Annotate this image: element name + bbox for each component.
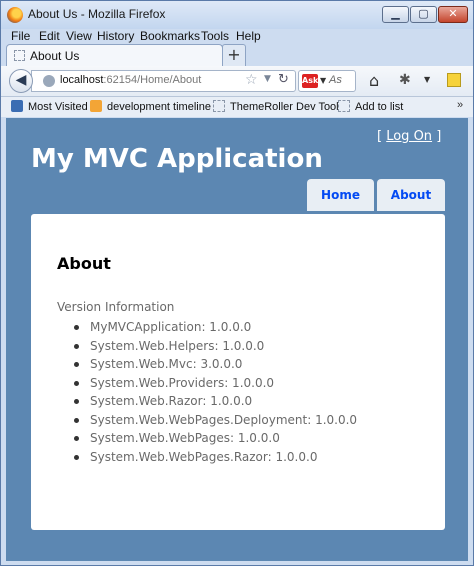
sticky-note-icon[interactable]: [447, 73, 461, 87]
list-item: System.Web.Razor: 1.0.0.0: [64, 392, 357, 411]
bracket-open: [: [377, 129, 383, 144]
menu-edit[interactable]: Edit: [39, 29, 60, 43]
tab-about-us[interactable]: About Us: [6, 44, 223, 66]
list-item: System.Web.WebPages.Razor: 1.0.0.0: [64, 448, 357, 467]
minimize-icon: ▁: [391, 7, 400, 20]
menu-view[interactable]: View: [66, 29, 92, 43]
rss-icon: [90, 100, 102, 112]
firefox-logo-icon: [7, 7, 23, 23]
bookmark-label: ThemeRoller Dev Tool: [230, 101, 339, 113]
main-content: About Version Information MyMVCApplicati…: [31, 214, 445, 530]
search-box[interactable]: Ask ▼ As: [298, 70, 356, 92]
menu-file[interactable]: File: [11, 29, 30, 43]
title-bar: About Us - Mozilla Firefox ▁ ▢ ✕: [1, 1, 473, 29]
bracket-close: ]: [436, 129, 442, 144]
menu-bookmarks[interactable]: Bookmarks: [140, 29, 200, 43]
addon-icon[interactable]: ✱: [399, 72, 411, 88]
bookmark-label: Most Visited: [28, 101, 88, 113]
bookmarks-toolbar: Most Visited development timeline ThemeR…: [1, 97, 473, 117]
list-item: MyMVCApplication: 1.0.0.0: [64, 318, 357, 337]
list-item: System.Web.WebPages: 1.0.0.0: [64, 429, 357, 448]
page-icon: [14, 50, 25, 61]
version-information-label: Version Information: [57, 300, 175, 314]
bookmark-development-timeline[interactable]: development timeline: [90, 100, 211, 113]
login-display: [ Log On ]: [377, 129, 441, 144]
tab-label: About Us: [30, 49, 80, 63]
url-dropdown-icon[interactable]: ▼: [264, 74, 271, 84]
globe-icon: [43, 75, 55, 87]
library-list: MyMVCApplication: 1.0.0.0 System.Web.Hel…: [64, 318, 357, 466]
ask-engine-icon[interactable]: Ask: [302, 74, 318, 88]
search-input[interactable]: As: [329, 74, 342, 86]
close-icon: ✕: [448, 7, 458, 20]
url-text: localhost:62154/Home/About: [60, 74, 201, 86]
maximize-button[interactable]: ▢: [410, 6, 437, 23]
list-item: System.Web.Mvc: 3.0.0.0: [64, 355, 357, 374]
site-title: My MVC Application: [31, 144, 323, 174]
bookmark-label: Add to list: [355, 101, 404, 113]
reload-icon[interactable]: ↻: [278, 72, 289, 87]
menu-history[interactable]: History: [97, 29, 134, 43]
navigation-toolbar: localhost:62154/Home/About ☆ ▼ ↻ ◀ Ask ▼…: [1, 66, 473, 97]
close-button[interactable]: ✕: [438, 6, 468, 23]
bookmark-star-icon[interactable]: ☆: [245, 72, 258, 88]
back-arrow-icon: ◀: [15, 72, 27, 88]
maximize-icon: ▢: [418, 7, 429, 20]
page-icon: [213, 100, 225, 112]
menu-help[interactable]: Help: [236, 29, 261, 43]
nav-tab-about[interactable]: About: [377, 179, 445, 211]
addon-dropdown-icon[interactable]: ▼: [424, 75, 430, 84]
browser-window: About Us - Mozilla Firefox ▁ ▢ ✕ File Ed…: [0, 0, 474, 566]
most-visited-icon: [11, 100, 23, 112]
url-bar[interactable]: localhost:62154/Home/About ☆ ▼ ↻: [31, 70, 296, 92]
url-host: localhost: [60, 74, 104, 86]
tab-strip: About Us +: [1, 44, 473, 66]
bookmark-label: development timeline: [107, 101, 211, 113]
window-title: About Us - Mozilla Firefox: [28, 7, 166, 21]
page-heading: About: [57, 254, 111, 273]
list-item: System.Web.Providers: 1.0.0.0: [64, 374, 357, 393]
minimize-button[interactable]: ▁: [382, 6, 409, 23]
engine-dropdown-icon[interactable]: ▼: [320, 76, 326, 85]
nav-tab-home[interactable]: Home: [307, 179, 374, 211]
plus-icon: +: [227, 45, 241, 64]
chevron-more-icon[interactable]: »: [457, 99, 463, 111]
url-path: :62154/Home/About: [103, 74, 202, 86]
list-item: System.Web.WebPages.Deployment: 1.0.0.0: [64, 411, 357, 430]
list-item: System.Web.Helpers: 1.0.0.0: [64, 337, 357, 356]
bookmark-add-to-list[interactable]: Add to list: [338, 100, 403, 113]
menu-bar: File Edit View History Bookmarks Tools H…: [1, 29, 473, 43]
menu-tools[interactable]: Tools: [201, 29, 229, 43]
page-viewport: [ Log On ] My MVC Application Home About…: [6, 118, 468, 561]
back-button[interactable]: ◀: [9, 69, 33, 93]
page-icon: [338, 100, 350, 112]
new-tab-button[interactable]: +: [222, 44, 246, 66]
bookmark-themeroller[interactable]: ThemeRoller Dev Tool: [213, 100, 339, 113]
log-on-link[interactable]: Log On: [386, 129, 432, 144]
home-icon[interactable]: ⌂: [369, 71, 379, 90]
bookmark-most-visited[interactable]: Most Visited: [11, 100, 88, 113]
